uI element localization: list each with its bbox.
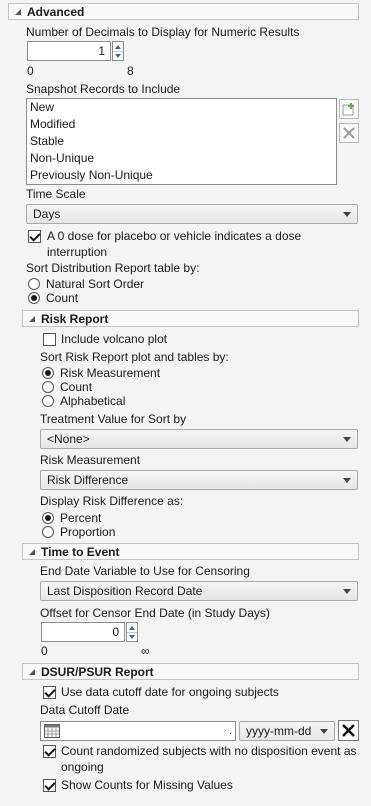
zero-dose-checkbox[interactable] xyxy=(28,230,41,243)
cutoff-use-checkbox[interactable] xyxy=(43,686,56,699)
chevron-down-icon xyxy=(320,729,328,734)
sort-risk-measurement-radio[interactable] xyxy=(42,367,54,379)
chevron-down-icon xyxy=(343,589,351,594)
snapshot-listbox[interactable]: New Modified Stable Non-Unique Previousl… xyxy=(26,98,337,185)
treatment-label: Treatment Value for Sort by xyxy=(40,412,187,426)
decimals-min-label: 0 xyxy=(27,64,34,78)
close-icon xyxy=(342,724,355,737)
risk-section-header[interactable]: Risk Report xyxy=(22,310,359,327)
sort-natural-label: Natural Sort Order xyxy=(46,277,145,291)
decimals-input[interactable]: 1 xyxy=(27,41,111,61)
count-randomized-checkbox[interactable] xyxy=(43,745,56,758)
missing-values-label: Show Counts for Missing Values xyxy=(61,778,233,792)
risk-sort-label: Sort Risk Report plot and tables by: xyxy=(40,350,229,364)
end-date-select[interactable]: Last Disposition Record Date xyxy=(40,581,358,601)
snapshot-label: Snapshot Records to Include xyxy=(26,82,181,96)
display-risk-label: Display Risk Difference as: xyxy=(40,494,184,508)
stepper-down-icon[interactable] xyxy=(127,632,137,641)
chevron-down-icon xyxy=(343,478,351,483)
offset-label: Offset for Censor End Date (in Study Day… xyxy=(40,606,270,620)
count-randomized-label-line2: ongoing xyxy=(61,760,104,774)
sort-risk-alpha-radio[interactable] xyxy=(42,395,54,407)
display-proportion-label: Proportion xyxy=(60,525,116,539)
collapse-triangle-icon[interactable] xyxy=(29,548,35,555)
count-randomized-label-line1: Count randomized subjects with no dispos… xyxy=(61,744,357,758)
sort-count-radio[interactable] xyxy=(28,292,40,304)
decimals-label: Number of Decimals to Display for Numeri… xyxy=(26,25,300,39)
time-scale-value: Days xyxy=(33,207,61,221)
collapse-triangle-icon[interactable] xyxy=(29,668,35,675)
risk-section-title: Risk Report xyxy=(41,311,109,326)
cutoff-use-label: Use data cutoff date for ongoing subject… xyxy=(61,685,279,699)
stepper-up-icon[interactable] xyxy=(113,42,123,51)
add-icon xyxy=(342,103,354,116)
sort-natural-radio[interactable] xyxy=(28,278,40,290)
collapse-triangle-icon[interactable] xyxy=(15,8,21,15)
time-scale-select[interactable]: Days xyxy=(26,204,358,224)
display-percent-radio[interactable] xyxy=(42,512,54,524)
advanced-section-header[interactable]: Advanced xyxy=(8,3,359,20)
add-record-button[interactable] xyxy=(339,99,359,119)
dsur-section-title: DSUR/PSUR Report xyxy=(41,664,154,679)
end-date-label: End Date Variable to Use for Censoring xyxy=(40,564,250,578)
list-item[interactable]: Modified xyxy=(27,116,336,133)
display-proportion-radio[interactable] xyxy=(42,526,54,538)
sort-dist-label: Sort Distribution Report table by: xyxy=(26,261,200,275)
sort-risk-measurement-label: Risk Measurement xyxy=(60,366,161,380)
zero-dose-label-line2: interruption xyxy=(47,245,108,259)
risk-measurement-value: Risk Difference xyxy=(47,473,129,487)
sort-risk-count-label: Count xyxy=(60,380,93,394)
decimals-max-label: 8 xyxy=(127,64,134,78)
display-percent-label: Percent xyxy=(60,511,102,525)
offset-max-label: ∞ xyxy=(141,644,150,658)
chevron-down-icon xyxy=(343,437,351,442)
missing-values-checkbox[interactable] xyxy=(43,779,56,792)
sort-count-label: Count xyxy=(46,291,79,305)
collapse-triangle-icon[interactable] xyxy=(29,315,35,322)
end-date-value: Last Disposition Record Date xyxy=(47,584,203,598)
sort-risk-alpha-label: Alphabetical xyxy=(60,394,126,408)
treatment-value: <None> xyxy=(47,432,90,446)
risk-measurement-label: Risk Measurement xyxy=(40,453,141,467)
list-item[interactable]: New xyxy=(27,99,336,116)
list-item[interactable]: Previously Non-Unique xyxy=(27,167,336,184)
volcano-checkbox[interactable] xyxy=(43,333,56,346)
stepper-up-icon[interactable] xyxy=(127,623,137,632)
sort-risk-count-radio[interactable] xyxy=(42,381,54,393)
cutoff-date-dot: . xyxy=(228,725,232,737)
cutoff-date-input[interactable]: . xyxy=(40,721,236,741)
tte-section-header[interactable]: Time to Event xyxy=(22,543,359,560)
clear-date-button[interactable] xyxy=(338,720,359,741)
volcano-label: Include volcano plot xyxy=(61,332,168,346)
cutoff-format-value: yyyy-mm-dd xyxy=(246,724,312,738)
list-item[interactable]: Non-Unique xyxy=(27,150,336,167)
stepper-down-icon[interactable] xyxy=(113,51,123,60)
cutoff-date-label: Data Cutoff Date xyxy=(40,703,130,717)
advanced-section-title: Advanced xyxy=(27,4,85,19)
offset-input[interactable]: 0 xyxy=(41,622,125,642)
calendar-icon[interactable] xyxy=(44,724,60,738)
remove-record-button[interactable] xyxy=(339,123,359,143)
chevron-down-icon xyxy=(343,212,351,217)
remove-icon xyxy=(343,127,355,139)
offset-min-label: 0 xyxy=(41,644,48,658)
risk-measurement-select[interactable]: Risk Difference xyxy=(40,470,358,490)
time-scale-label: Time Scale xyxy=(26,187,86,201)
offset-stepper[interactable] xyxy=(126,622,138,642)
dsur-section-header[interactable]: DSUR/PSUR Report xyxy=(22,663,359,680)
zero-dose-label-line1: A 0 dose for placebo or vehicle indicate… xyxy=(47,229,302,243)
list-item[interactable]: Stable xyxy=(27,133,336,150)
tte-section-title: Time to Event xyxy=(41,544,120,559)
decimals-stepper[interactable] xyxy=(112,41,124,61)
treatment-select[interactable]: <None> xyxy=(40,429,358,449)
cutoff-format-select[interactable]: yyyy-mm-dd xyxy=(239,721,335,741)
